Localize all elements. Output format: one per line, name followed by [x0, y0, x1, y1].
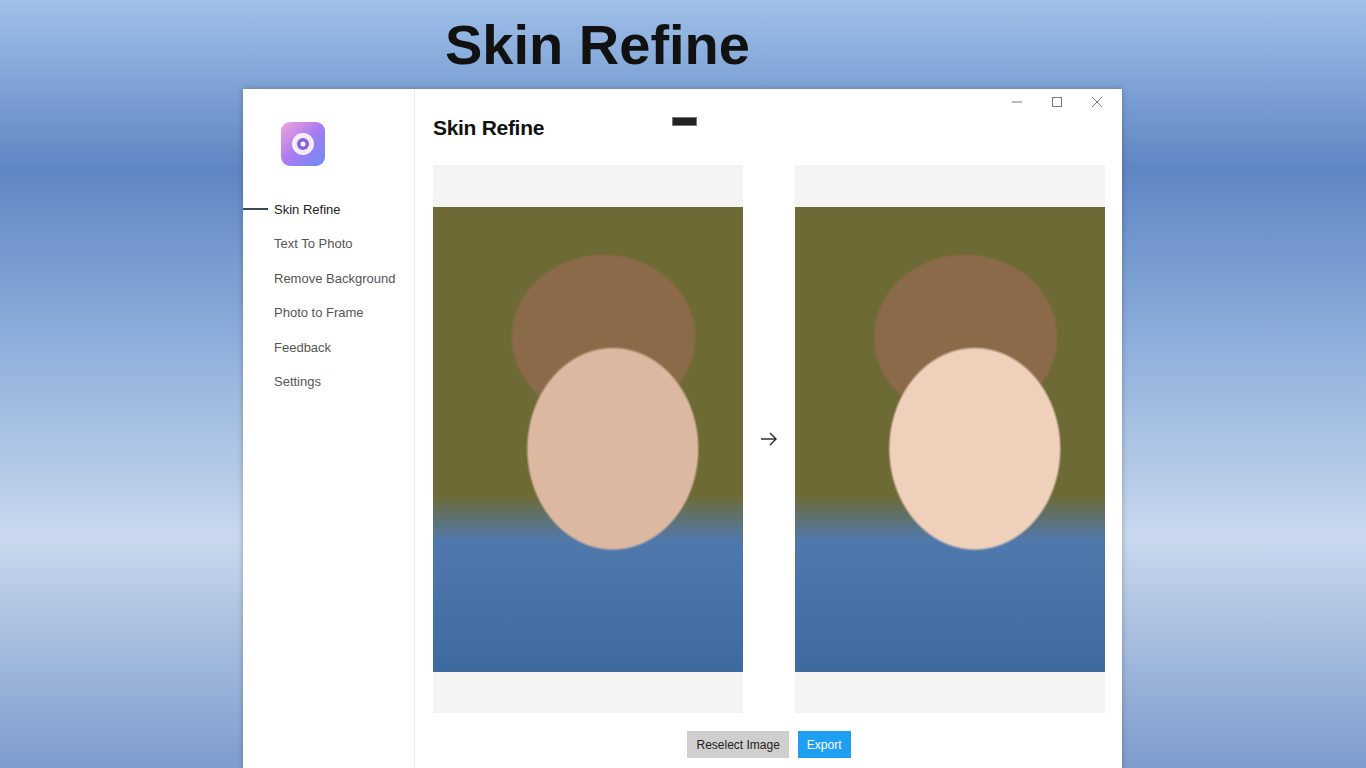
app-window: Skin RefineText To PhotoRemove Backgroun… — [243, 89, 1122, 768]
app-logo-icon — [281, 122, 325, 166]
sidebar-nav: Skin RefineText To PhotoRemove Backgroun… — [243, 192, 414, 399]
selection-marker — [243, 312, 268, 314]
arrow-cell — [743, 431, 795, 447]
image-panel — [433, 165, 743, 713]
minimize-button[interactable] — [1009, 94, 1025, 110]
minimize-icon — [1011, 96, 1023, 108]
camera-logo-icon — [281, 122, 325, 166]
desktop-screen: Skin RefineSkin RefineText To PhotoRemov… — [0, 0, 1366, 768]
drag-mark — [672, 117, 697, 126]
sidebar-item[interactable]: Skin Refine — [243, 192, 414, 227]
action-bar: Reselect Image Export — [433, 731, 1105, 758]
window-controls — [433, 89, 1105, 115]
arrow-right-icon — [759, 431, 779, 447]
sidebar-item[interactable]: Text To Photo — [243, 227, 414, 262]
sidebar-item[interactable]: Settings — [243, 365, 414, 400]
maximize-icon — [1051, 96, 1063, 108]
selection-marker — [243, 346, 268, 348]
content: Skin Refine Reselect Image Export — [415, 89, 1122, 768]
sidebar: Skin RefineText To PhotoRemove Backgroun… — [243, 89, 415, 768]
sidebar-item[interactable]: Feedback — [243, 330, 414, 365]
banner-title: Skin Refine — [445, 14, 750, 76]
banner: Skin Refine — [0, 0, 1366, 89]
selection-marker — [243, 243, 268, 245]
close-button[interactable] — [1089, 94, 1105, 110]
window-area: Skin RefineText To PhotoRemove Backgroun… — [0, 89, 1366, 768]
export-button[interactable]: Export — [798, 731, 851, 758]
page-header: Skin Refine — [433, 115, 1105, 141]
sidebar-item[interactable]: Photo to Frame — [243, 296, 414, 331]
portrait-photo — [433, 207, 743, 672]
image-panel — [795, 165, 1105, 713]
portrait-photo — [795, 207, 1105, 672]
maximize-button[interactable] — [1049, 94, 1065, 110]
selection-marker — [243, 277, 268, 279]
page-title: Skin Refine — [433, 116, 544, 140]
reselect-button[interactable]: Reselect Image — [687, 731, 788, 758]
selection-marker — [243, 381, 268, 383]
sidebar-item[interactable]: Remove Background — [243, 261, 414, 296]
selection-marker — [243, 208, 268, 210]
compare-stage — [433, 165, 1105, 713]
close-icon — [1091, 96, 1103, 108]
